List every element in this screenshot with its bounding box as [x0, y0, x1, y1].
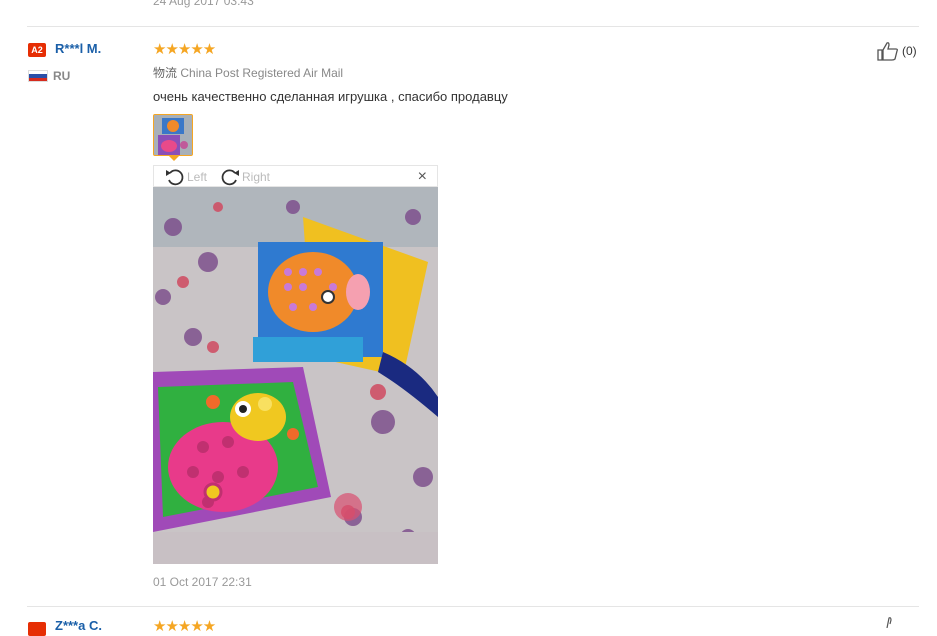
- shipping-method: China Post Registered Air Mail: [180, 66, 344, 80]
- photo-viewer-toolbar: Left Right ×: [153, 165, 438, 187]
- russia-flag-icon: [28, 70, 48, 82]
- next-reviewer-name: Z***a C.: [55, 618, 102, 633]
- next-thumbs-up-icon[interactable]: [884, 616, 896, 628]
- review-divider: [27, 26, 919, 27]
- reviewer-country: RU: [53, 69, 71, 83]
- helpful-button[interactable]: (0): [876, 41, 917, 61]
- rotate-left-button[interactable]: Left: [164, 167, 207, 187]
- shipping-info: 物流 China Post Registered Air Mail: [153, 64, 343, 81]
- review-text: очень качественно сделанная игрушка , сп…: [153, 89, 508, 104]
- rotate-left-icon: [166, 169, 184, 186]
- review-photo-thumbnail[interactable]: [153, 114, 193, 156]
- next-user-level-badge: [28, 622, 46, 636]
- rotate-right-button[interactable]: Right: [219, 167, 270, 187]
- rotate-left-label: Left: [187, 170, 208, 184]
- review-photo-large: [153, 187, 438, 564]
- thumbnail-pointer: [168, 155, 180, 161]
- rotate-right-icon: [221, 169, 239, 186]
- review-divider: [27, 606, 919, 607]
- review-date: 01 Oct 2017 22:31: [153, 575, 252, 589]
- thumbs-up-icon: [877, 42, 898, 61]
- star-rating: ★★★★★: [153, 41, 216, 58]
- close-viewer-button[interactable]: ×: [418, 168, 427, 186]
- helpful-count: (0): [902, 44, 917, 58]
- reviewer-name: R***l M.: [55, 41, 102, 56]
- user-level-badge: A2: [28, 43, 46, 57]
- rotate-right-label: Right: [242, 170, 271, 184]
- next-star-rating: ★★★★★: [153, 618, 216, 635]
- previous-review-date: 24 Aug 2017 03:43: [153, 0, 254, 8]
- shipping-label: 物流: [153, 66, 178, 80]
